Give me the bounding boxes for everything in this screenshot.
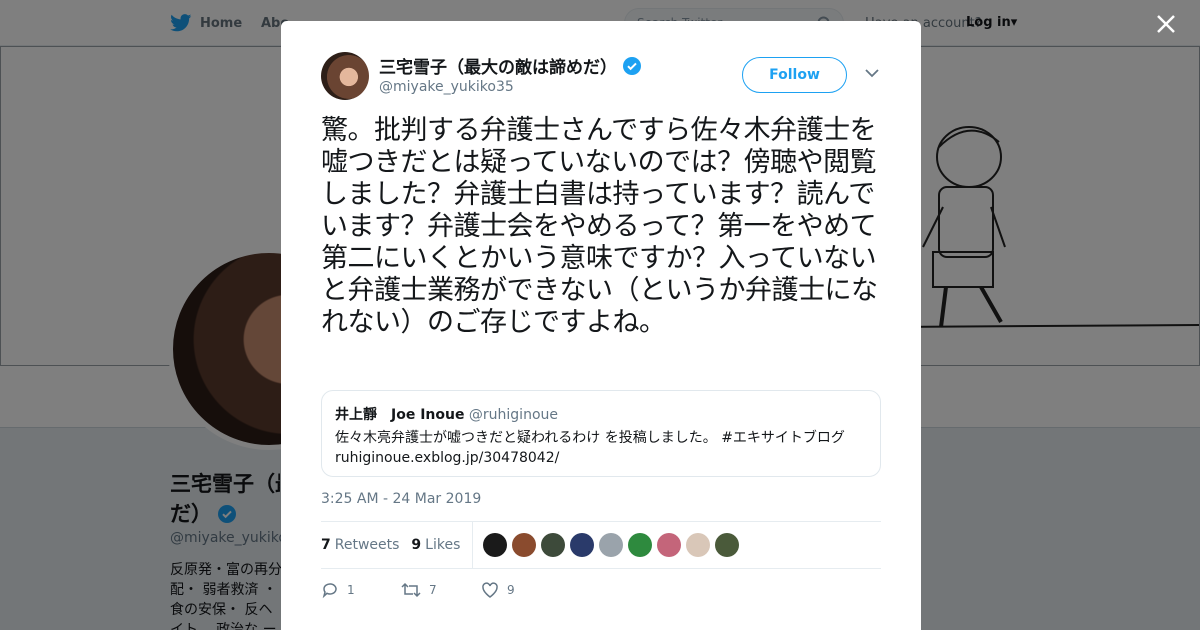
tweet-timestamp[interactable]: 3:25 AM - 24 Mar 2019 <box>321 491 481 507</box>
quoted-text-body: 佐々木亮弁護士が嘘つきだと疑われるわけ を投稿しました。 #エキサイトブログ <box>335 430 845 446</box>
like-button[interactable]: 9 <box>481 581 561 599</box>
author-name-row[interactable]: 三宅雪子（最大の敵は諦めだ） <box>379 53 641 78</box>
quoted-tweet[interactable]: 井上靜 Joe Inoue @ruhiginoue 佐々木亮弁護士が嘘つきだと疑… <box>321 390 881 477</box>
liker-avatar[interactable] <box>628 533 653 557</box>
author-avatar[interactable] <box>321 52 369 100</box>
quoted-author-handle: @ruhiginoue <box>468 407 558 423</box>
quoted-tweet-text: 佐々木亮弁護士が嘘つきだと疑われるわけ を投稿しました。 #エキサイトブログ r… <box>335 428 867 468</box>
tweet-stats: 7 Retweets 9 Likes <box>321 521 881 569</box>
tweet-text: 驚。批判する弁護士さんですら佐々木弁護士を嘘つきだとは疑っていないのでは？傍聴や… <box>321 115 878 338</box>
likes-label: Likes <box>425 537 461 553</box>
retweet-icon <box>401 582 421 598</box>
tweet-modal: 三宅雪子（最大の敵は諦めだ） @miyake_yukiko35 Follow 驚… <box>281 21 921 630</box>
retweet-button[interactable]: 7 <box>401 581 481 599</box>
author-display-name: 三宅雪子（最大の敵は諦めだ） <box>379 58 617 78</box>
quoted-author-name: 井上靜 Joe Inoue <box>335 407 465 423</box>
liker-avatar[interactable] <box>599 533 624 557</box>
liker-avatar[interactable] <box>541 533 566 557</box>
heart-icon <box>482 582 498 598</box>
retweets-stat[interactable]: 7 Retweets <box>321 537 399 553</box>
tweet-actions: 1 7 9 <box>321 581 561 599</box>
reply-count: 1 <box>347 583 355 597</box>
verified-badge-icon <box>623 56 641 75</box>
quoted-tweet-header: 井上靜 Joe Inoue @ruhiginoue <box>335 404 867 424</box>
retweets-count: 7 <box>321 537 331 553</box>
liker-avatar[interactable] <box>570 533 595 557</box>
chevron-down-icon[interactable] <box>865 68 879 78</box>
stats-divider <box>472 522 474 568</box>
retweet-count: 7 <box>429 583 437 597</box>
liker-avatar[interactable] <box>483 533 508 557</box>
liker-avatar[interactable] <box>715 533 740 557</box>
liker-avatar[interactable] <box>512 533 537 557</box>
retweets-label: Retweets <box>334 537 400 553</box>
likes-stat[interactable]: 9 Likes <box>411 537 460 553</box>
author-handle[interactable]: @miyake_yukiko35 <box>379 79 514 95</box>
likes-count: 9 <box>411 537 422 553</box>
liker-avatars <box>483 533 740 557</box>
reply-icon <box>322 583 337 599</box>
reply-button[interactable]: 1 <box>321 581 401 599</box>
follow-button[interactable]: Follow <box>742 57 847 93</box>
liker-avatar[interactable] <box>657 533 682 557</box>
like-count: 9 <box>507 583 515 597</box>
close-icon <box>1157 15 1175 33</box>
close-button[interactable] <box>1152 10 1180 38</box>
quoted-link[interactable]: ruhiginoue.exblog.jp/30478042/ <box>335 448 867 468</box>
liker-avatar[interactable] <box>686 533 711 557</box>
